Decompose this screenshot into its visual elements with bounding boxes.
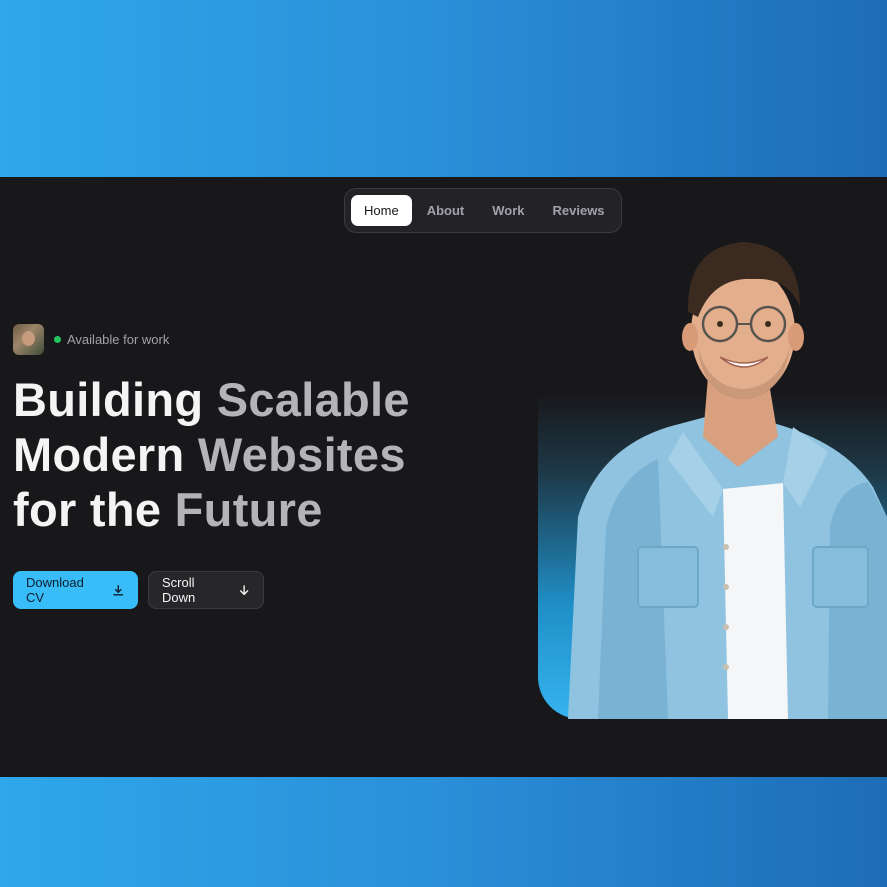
hero-headline: Building Scalable Modern Websites for th… (13, 372, 410, 537)
hero-section: Home About Work Reviews Available for wo… (0, 177, 887, 777)
headline-word: for the (13, 483, 162, 536)
nav-about[interactable]: About (414, 195, 478, 226)
headline-word: Building (13, 373, 204, 426)
status-dot-icon (54, 336, 61, 343)
arrow-down-icon (239, 584, 248, 595)
download-cv-button[interactable]: Download CV (13, 571, 138, 609)
nav-work[interactable]: Work (479, 195, 537, 226)
nav-home[interactable]: Home (351, 195, 412, 226)
portrait-image (568, 242, 887, 719)
headline-word: Modern (13, 428, 185, 481)
avatar (13, 324, 44, 355)
headline-word: Websites (197, 428, 406, 481)
download-cv-label: Download CV (26, 575, 84, 605)
headline-word: Future (174, 483, 323, 536)
availability-status: Available for work (13, 324, 169, 355)
cta-buttons: Download CV Scroll Down (13, 571, 264, 609)
status-text: Available for work (67, 332, 170, 347)
scroll-down-label: Scroll Down (162, 575, 196, 605)
nav-reviews[interactable]: Reviews (540, 195, 618, 226)
download-icon (113, 584, 124, 596)
headline-word: Scalable (216, 373, 410, 426)
scroll-down-button[interactable]: Scroll Down (148, 571, 264, 609)
